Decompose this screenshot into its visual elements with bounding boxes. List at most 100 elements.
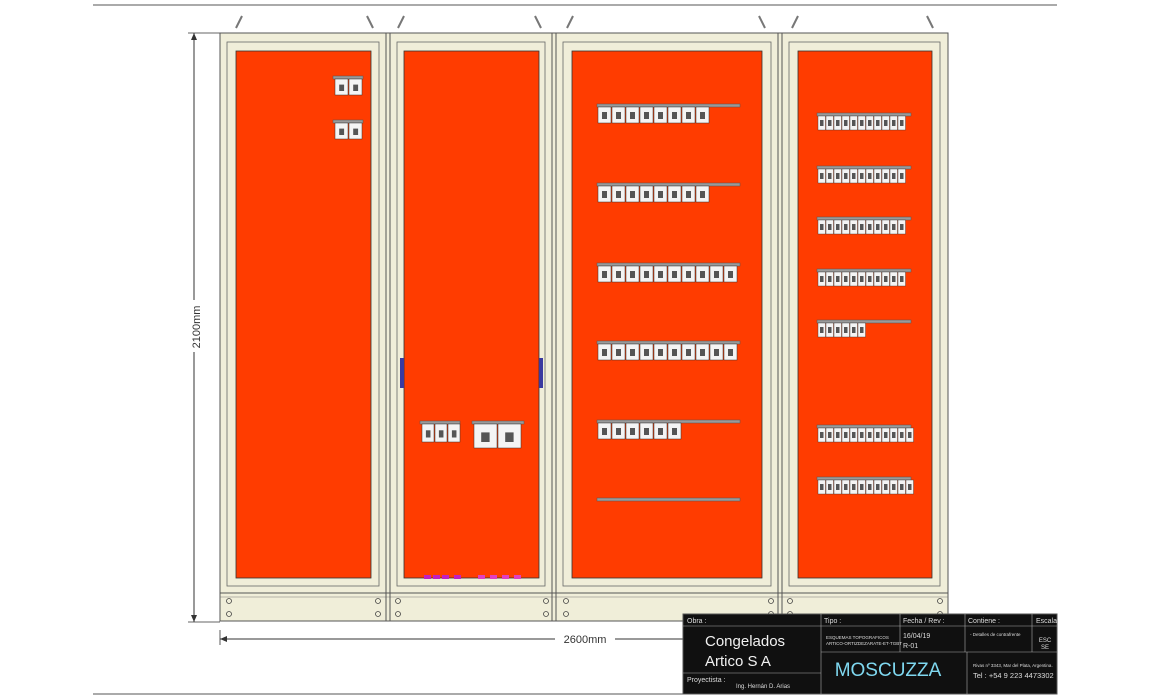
din-rail	[596, 182, 741, 187]
breaker-toggle	[828, 173, 832, 179]
din-rail	[596, 262, 741, 267]
breaker-toggle	[820, 120, 824, 126]
breaker-toggle	[700, 112, 705, 119]
breaker-toggle	[425, 430, 431, 438]
breaker-toggle	[672, 428, 677, 435]
breaker-toggle	[828, 432, 832, 438]
din-rail	[816, 216, 912, 221]
breaker-toggle	[616, 191, 621, 198]
breaker-toggle	[836, 432, 840, 438]
breaker-toggle	[658, 271, 663, 278]
din-rail	[596, 419, 741, 424]
breaker-toggle	[836, 224, 840, 230]
breaker-toggle	[876, 224, 880, 230]
breaker-toggle	[852, 120, 856, 126]
breaker-toggle	[860, 173, 864, 179]
breaker-toggle	[630, 112, 635, 119]
breaker-toggle	[852, 432, 856, 438]
breaker-toggle	[868, 276, 872, 282]
breaker-toggle	[900, 173, 904, 179]
breaker-toggle	[860, 224, 864, 230]
din-rail	[816, 268, 912, 273]
breaker-toggle	[438, 430, 444, 438]
din-rail	[816, 319, 912, 324]
breaker-toggle	[892, 484, 896, 490]
breaker-toggle	[836, 276, 840, 282]
breaker-toggle	[884, 173, 888, 179]
breaker-toggle	[892, 224, 896, 230]
fecha-value: 16/04/19	[903, 633, 930, 640]
breaker-toggle	[828, 276, 832, 282]
breaker-toggle	[602, 428, 607, 435]
breaker-toggle	[353, 128, 359, 135]
din-rail	[596, 497, 741, 502]
breaker-toggle	[908, 484, 912, 490]
breaker-toggle	[868, 120, 872, 126]
breaker-toggle	[644, 349, 649, 356]
revision-value: R-01	[903, 643, 918, 650]
breaker-toggle	[860, 327, 864, 333]
address-text: Rivas nº 3343, Mar del Plata, Argentina.	[973, 663, 1053, 668]
breaker-toggle	[630, 349, 635, 356]
din-rail	[816, 476, 912, 481]
breaker-toggle	[481, 432, 490, 442]
cabinet-2-panel	[403, 50, 540, 579]
height-dimension-label: 2100mm	[191, 306, 203, 349]
breaker-toggle	[658, 191, 663, 198]
breaker-toggle	[700, 271, 705, 278]
breaker-toggle	[700, 191, 705, 198]
breaker-toggle	[884, 276, 888, 282]
breaker-toggle	[339, 84, 345, 91]
din-rail	[596, 103, 741, 108]
breaker-toggle	[644, 112, 649, 119]
proyectista-label: Proyectista :	[687, 677, 726, 684]
obra-label: Obra :	[687, 618, 707, 625]
din-rail	[816, 112, 912, 117]
din-rail	[596, 340, 741, 345]
brand-logo: MOSCUZZA	[835, 660, 942, 681]
tipo-label: Tipo :	[824, 618, 841, 625]
breaker-toggle	[828, 120, 832, 126]
breaker-toggle	[844, 276, 848, 282]
breaker-toggle	[505, 432, 514, 442]
breaker-toggle	[672, 349, 677, 356]
breaker-toggle	[876, 276, 880, 282]
breaker-toggle	[884, 224, 888, 230]
breaker-toggle	[868, 484, 872, 490]
breaker-toggle	[820, 327, 824, 333]
breaker-toggle	[844, 173, 848, 179]
breaker-toggle	[876, 484, 880, 490]
lifting-hooks	[235, 15, 934, 29]
breaker-toggle	[728, 271, 733, 278]
breaker-toggle	[353, 84, 359, 91]
breaker-toggle	[820, 276, 824, 282]
height-dimension: 2100mm	[188, 32, 220, 623]
breaker-toggle	[820, 173, 824, 179]
escala-line-1: ESC	[1039, 638, 1052, 644]
breaker-toggle	[884, 432, 888, 438]
breaker-toggle	[616, 428, 621, 435]
breaker-toggle	[644, 191, 649, 198]
breaker-toggle	[820, 484, 824, 490]
breaker-toggle	[828, 327, 832, 333]
breaker-toggle	[616, 112, 621, 119]
tipo-line-2: ARTICO-ORTIZDEZARATE-ET-TGBT	[826, 641, 902, 646]
breaker-toggle	[658, 349, 663, 356]
breaker-toggle	[714, 271, 719, 278]
breaker-toggle	[852, 327, 856, 333]
breaker-toggle	[828, 224, 832, 230]
breaker-toggle	[900, 224, 904, 230]
breaker-toggle	[616, 271, 621, 278]
escala-line-2: SE	[1041, 645, 1049, 651]
breaker-toggle	[844, 120, 848, 126]
breaker-toggle	[630, 271, 635, 278]
breaker-toggle	[630, 191, 635, 198]
breaker-toggle	[900, 120, 904, 126]
breaker-toggle	[820, 224, 824, 230]
breaker-toggle	[876, 120, 880, 126]
breaker-toggle	[852, 276, 856, 282]
breaker-toggle	[844, 224, 848, 230]
din-rail	[471, 420, 525, 425]
breaker-toggle	[860, 432, 864, 438]
din-rail	[816, 424, 912, 429]
